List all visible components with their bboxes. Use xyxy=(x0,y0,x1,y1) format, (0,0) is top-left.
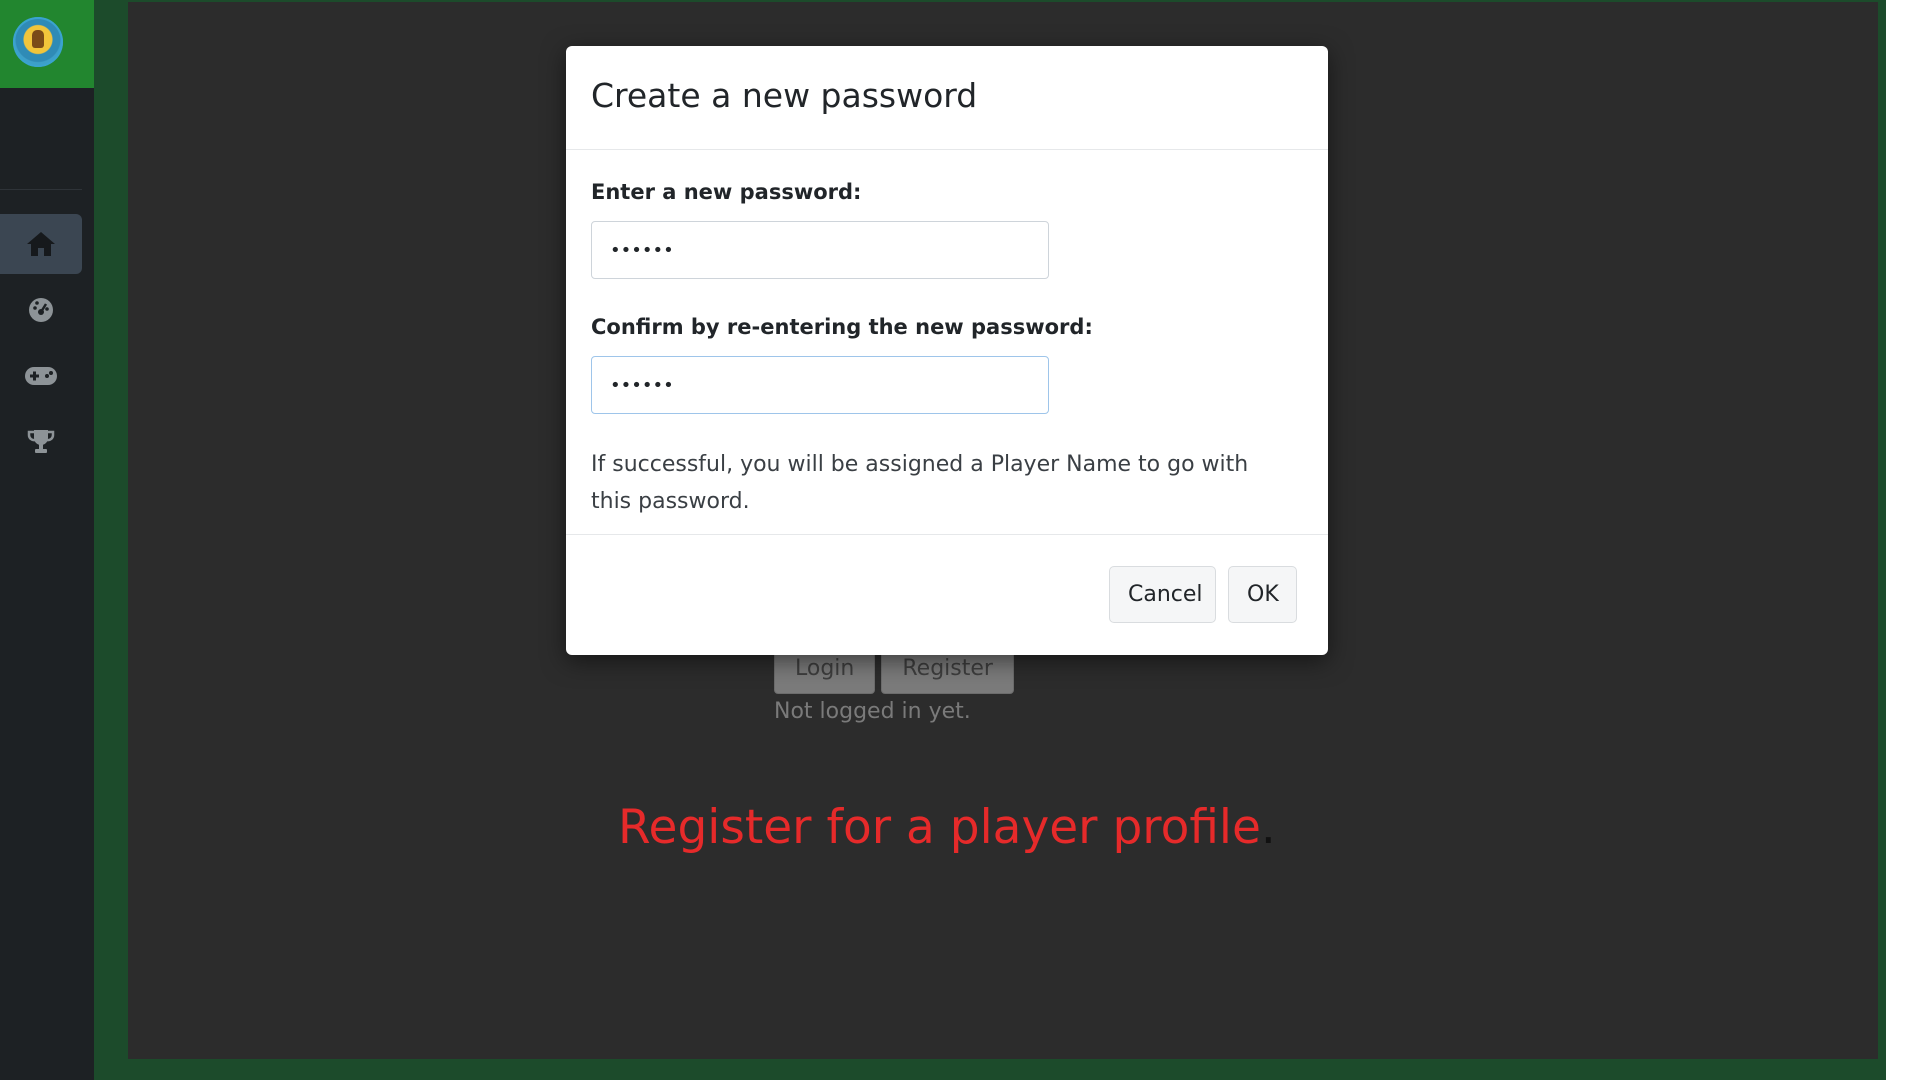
sidebar-divider xyxy=(0,189,82,190)
modal-footer: Cancel OK xyxy=(566,535,1328,654)
new-password-label: Enter a new password: xyxy=(591,180,862,204)
register-headline: Register for a player profile. xyxy=(618,800,1276,855)
gauge-icon xyxy=(29,298,53,322)
home-icon xyxy=(27,232,55,256)
cancel-button[interactable]: Cancel xyxy=(1109,566,1216,623)
modal-title: Create a new password xyxy=(591,76,978,115)
headline-period: . xyxy=(1260,800,1276,855)
help-text: If successful, you will be assigned a Pl… xyxy=(591,452,1249,514)
gamepad-icon xyxy=(25,367,57,385)
login-status: Not logged in yet. xyxy=(774,699,971,724)
sidebar-item-home[interactable] xyxy=(0,214,82,274)
new-password-input[interactable] xyxy=(591,221,1049,279)
sidebar-brand xyxy=(0,0,94,88)
confirm-password-input[interactable] xyxy=(591,356,1049,414)
trophy-icon xyxy=(27,430,55,453)
sidebar-item-trophies[interactable] xyxy=(0,412,82,472)
modal-header: Create a new password xyxy=(566,46,1328,150)
sidebar xyxy=(0,0,94,1080)
confirm-password-label: Confirm by re-entering the new password: xyxy=(591,315,1093,339)
password-modal: Create a new password Enter a new passwo… xyxy=(566,46,1328,655)
ok-button[interactable]: OK xyxy=(1228,566,1297,623)
modal-body: Enter a new password: Confirm by re-ente… xyxy=(566,150,1328,535)
sidebar-item-games[interactable] xyxy=(0,346,82,406)
register-link[interactable]: Register for a player profile xyxy=(618,800,1261,855)
sidebar-item-dashboard[interactable] xyxy=(0,280,82,340)
window-edge xyxy=(1886,0,1920,1080)
avatar[interactable] xyxy=(13,17,63,67)
